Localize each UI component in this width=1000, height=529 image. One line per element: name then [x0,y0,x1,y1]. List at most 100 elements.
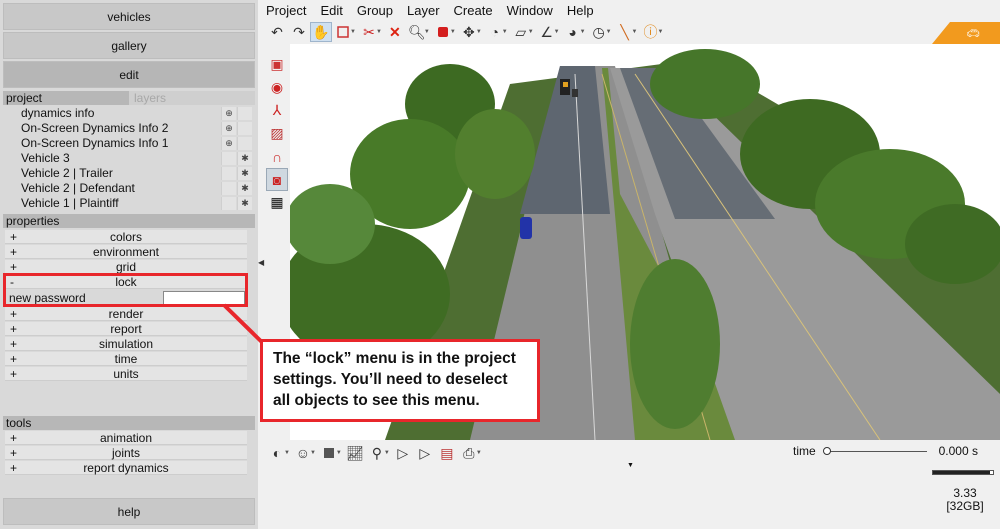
select-toggle-icon[interactable] [237,122,252,135]
property-render[interactable]: + render [5,307,247,321]
project-item[interactable]: dynamics info ⊕ [3,106,255,121]
time-slider-track[interactable] [827,451,927,452]
memory-info: [32GB] [946,499,984,513]
app-logo: 🚗︎ [932,22,1000,44]
project-item-name: Vehicle 1 | Plaintiff [21,196,119,210]
project-item[interactable]: Vehicle 1 | Plaintiff ✱ [3,196,255,211]
property-label: simulation [98,337,154,351]
menu-group[interactable]: Group [357,3,393,19]
progress-bar [932,470,994,475]
vertical-toolbar: ▣ ◉ ⅄ ▨ ∩ ◙ ▦ [266,53,288,214]
tool-animation[interactable]: + animation [5,431,247,445]
camera-icon[interactable]: ◙ [266,168,288,191]
tool-report-dynamics[interactable]: + report dynamics [5,461,247,475]
property-label: environment [92,245,160,259]
main-toolbar: ↶ ↷ ✋ ▼ ✂ ▼ ✕ 🔍︎ ▼ ▼ ✥ ▼ ◔ ▼ ▱ ▼ ∠ ▼ ◕ ▼ ◷ ▼ ╲ ▼ … [266,21,665,43]
bottom-toolbar: ◐ ▼ ☺ ▼ ▼ 📈︎ ⚲ ▼ ▷ ▷ ▤ ⎙ ▼ [266,442,484,464]
property-units[interactable]: + units [5,367,247,381]
project-item[interactable]: Vehicle 3 ✱ [3,151,255,166]
menu-bar: Project Edit Group Layer Create Window H… [266,3,608,19]
gallery-button[interactable]: gallery [3,32,255,59]
property-environment[interactable]: + environment [5,245,247,259]
visibility-toggle-icon[interactable]: ⊕ [221,107,236,120]
collapse-panel-icon[interactable]: ◀ [258,258,264,267]
panel-tabs: project layers [3,91,255,105]
help-button[interactable]: help [3,498,255,525]
tools-heading: tools [3,416,255,430]
visibility-toggle-icon[interactable] [221,152,236,165]
grid-icon[interactable]: ▦ [266,191,288,214]
image-icon[interactable]: ▨ [266,122,288,145]
more-dropdown-icon[interactable]: ▼ [627,462,634,469]
edit-button[interactable]: edit [3,61,255,88]
project-item-name: Vehicle 3 [21,151,70,165]
visibility-toggle-icon[interactable]: ⊕ [221,122,236,135]
tool-label: report dynamics [83,461,169,475]
menu-layer[interactable]: Layer [407,3,440,19]
properties-heading: properties [3,214,255,228]
property-colors[interactable]: + colors [5,230,247,244]
property-report[interactable]: + report [5,322,247,336]
tool-joints[interactable]: + joints [5,446,247,460]
menu-edit[interactable]: Edit [320,3,342,19]
select-toggle-icon[interactable]: ✱ [237,167,252,180]
visibility-toggle-icon[interactable] [221,197,236,210]
axes-icon[interactable]: ⅄ [266,99,288,122]
report-icon[interactable]: ▤ [436,443,458,463]
time-slider-knob[interactable] [823,447,831,455]
project-item-name: On-Screen Dynamics Info 2 [21,121,169,135]
property-label: render [108,307,144,321]
vehicle-blue-car [520,217,532,239]
time-control: time 0.000 s [793,444,998,460]
version-info: 3.33 [32GB] [940,487,990,513]
project-item-name: dynamics info [21,106,95,120]
visibility-toggle-icon[interactable]: ⊕ [221,137,236,150]
step-icon[interactable]: ▷ [414,443,436,463]
visibility-toggle-icon[interactable] [221,182,236,195]
property-label: time [114,352,138,366]
pan-hand-icon[interactable]: ✋ [310,22,332,42]
left-panel: vehicles gallery edit project layers dyn… [0,0,258,529]
property-simulation[interactable]: + simulation [5,337,247,351]
vehicles-button[interactable]: vehicles [3,3,255,30]
progress-fill [933,471,990,474]
time-value: 0.000 s [938,444,978,458]
record-box-icon[interactable]: ▣ [266,53,288,76]
project-item[interactable]: On-Screen Dynamics Info 2 ⊕ [3,121,255,136]
visibility-toggle-icon[interactable] [221,167,236,180]
menu-create[interactable]: Create [454,3,493,19]
menu-window[interactable]: Window [507,3,553,19]
delete-icon[interactable]: ✕ [384,22,406,42]
graph-icon[interactable]: 📈︎ [344,443,366,463]
property-time[interactable]: + time [5,352,247,366]
project-item[interactable]: Vehicle 2 | Trailer ✱ [3,166,255,181]
project-item-name: Vehicle 2 | Defendant [21,181,135,195]
callout-annotation: The “lock” menu is in the project settin… [260,339,540,422]
project-item[interactable]: Vehicle 2 | Defendant ✱ [3,181,255,196]
project-item[interactable]: On-Screen Dynamics Info 1 ⊕ [3,136,255,151]
select-toggle-icon[interactable]: ✱ [237,152,252,165]
tab-project[interactable]: project [3,91,129,105]
target-icon[interactable]: ◉ [266,76,288,99]
time-label: time [793,444,816,458]
property-grid[interactable]: + grid [5,260,247,274]
menu-project[interactable]: Project [266,3,306,19]
play-icon[interactable]: ▷ [392,443,414,463]
magnet-icon[interactable]: ∩ [266,145,288,168]
select-toggle-icon[interactable]: ✱ [237,197,252,210]
tool-label: animation [99,431,153,445]
tab-layers[interactable]: layers [131,91,255,105]
property-label: units [113,367,139,381]
project-item-name: Vehicle 2 | Trailer [21,166,113,180]
tool-label: joints [111,446,140,460]
select-toggle-icon[interactable] [237,137,252,150]
property-label: colors [109,230,142,244]
project-item-name: On-Screen Dynamics Info 1 [21,136,169,150]
property-label: report [110,322,142,336]
redo-icon[interactable]: ↷ [288,22,310,42]
select-toggle-icon[interactable]: ✱ [237,182,252,195]
select-toggle-icon[interactable] [237,107,252,120]
undo-icon[interactable]: ↶ [266,22,288,42]
menu-help[interactable]: Help [567,3,594,19]
property-label: grid [115,260,136,274]
